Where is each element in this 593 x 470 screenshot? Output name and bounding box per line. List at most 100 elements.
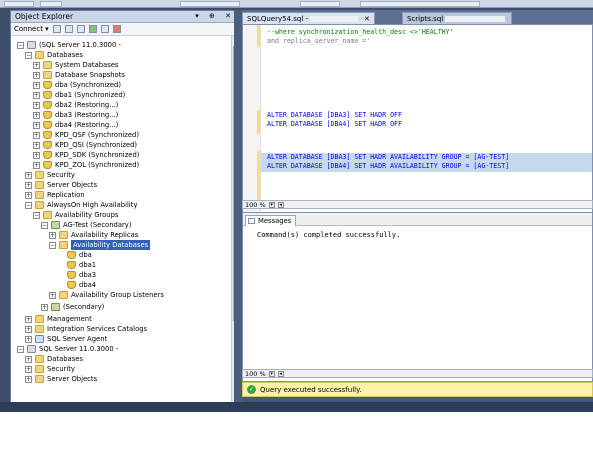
tree-node[interactable]: + Databases bbox=[25, 354, 83, 364]
tree-node[interactable]: + dba2 (Restoring...) bbox=[33, 100, 118, 110]
expand-icon[interactable]: + bbox=[33, 101, 40, 109]
toolbar-button[interactable] bbox=[360, 1, 480, 7]
expand-icon[interactable]: + bbox=[33, 71, 40, 79]
tree-node[interactable]: + Availability Replicas bbox=[49, 230, 138, 240]
editor-gutter bbox=[243, 25, 261, 213]
disconnect-icon[interactable] bbox=[64, 25, 73, 33]
tree-node[interactable]: + Management bbox=[25, 314, 92, 324]
query-editor[interactable]: --where synchronization_health_desc <>'H… bbox=[242, 24, 593, 214]
object-explorer-panel: Object Explorer ▾ ⊕ ✕ Connect ▾ − (SQL Se… bbox=[10, 10, 240, 410]
expand-icon[interactable]: + bbox=[33, 131, 40, 139]
tree-node-label: dba3 bbox=[79, 271, 97, 279]
change-marker bbox=[257, 25, 260, 47]
connect-button[interactable]: Connect ▾ bbox=[14, 25, 49, 33]
tree-node[interactable]: + Security bbox=[25, 170, 75, 180]
scroll-left-icon[interactable]: ◂ bbox=[277, 370, 284, 377]
panel-controls[interactable]: ▾ ⊕ ✕ bbox=[195, 12, 235, 20]
expand-icon[interactable]: + bbox=[33, 121, 40, 129]
tree-node[interactable]: − AG-Test (Secondary) bbox=[41, 220, 131, 230]
tree-node[interactable]: + dba4 (Restoring...) bbox=[33, 120, 118, 130]
filter-icon[interactable] bbox=[88, 25, 97, 33]
toolbar-button[interactable] bbox=[300, 1, 340, 7]
expand-icon[interactable]: + bbox=[49, 291, 56, 299]
expand-icon[interactable]: + bbox=[25, 365, 32, 373]
tree-node[interactable]: + SQL Server Agent bbox=[25, 334, 107, 344]
collapse-icon[interactable]: − bbox=[33, 211, 40, 219]
expand-icon[interactable]: + bbox=[25, 181, 32, 189]
expand-icon[interactable]: + bbox=[33, 111, 40, 119]
expand-icon[interactable]: + bbox=[33, 91, 40, 99]
expand-icon[interactable]: + bbox=[25, 315, 32, 323]
activity-monitor-icon[interactable] bbox=[112, 25, 121, 33]
tree-node[interactable]: dba1 bbox=[57, 260, 96, 270]
folder-icon bbox=[35, 201, 44, 209]
tree-node[interactable]: + KPD_ZOL (Synchronized) bbox=[33, 160, 139, 170]
tree-node[interactable]: + dba3 (Restoring...) bbox=[33, 110, 118, 120]
tree-node[interactable]: + Integration Services Catalogs bbox=[25, 324, 147, 334]
expand-icon[interactable]: + bbox=[25, 171, 32, 179]
panel-splitter[interactable] bbox=[234, 10, 242, 410]
collapse-icon[interactable]: − bbox=[41, 221, 48, 229]
expand-icon[interactable]: + bbox=[25, 325, 32, 333]
tree-node[interactable]: − Databases bbox=[25, 50, 83, 60]
messages-tab-label: Messages bbox=[258, 216, 292, 225]
scroll-left-icon[interactable]: ◂ bbox=[277, 201, 284, 208]
toolbar-button[interactable] bbox=[40, 1, 62, 7]
tree-node[interactable]: dba4 bbox=[57, 280, 96, 290]
code-line: --where synchronization_health_desc <>'H… bbox=[267, 28, 454, 36]
expand-icon[interactable]: + bbox=[33, 81, 40, 89]
refresh-icon[interactable] bbox=[100, 25, 109, 33]
expand-icon[interactable]: + bbox=[41, 303, 48, 311]
tree-node[interactable]: dba3 bbox=[57, 270, 96, 280]
tree-node[interactable]: − SQL Server 11.0.3000 - bbox=[17, 344, 118, 354]
zoom-dropdown-icon[interactable]: ▾ bbox=[268, 201, 275, 208]
tree-node[interactable]: + System Databases bbox=[33, 60, 118, 70]
toolbar-button[interactable] bbox=[4, 1, 34, 7]
code-line: and replica_server_name =' bbox=[267, 37, 371, 45]
collapse-icon[interactable]: − bbox=[17, 345, 24, 353]
collapse-icon[interactable]: − bbox=[49, 241, 56, 249]
stop-icon[interactable] bbox=[76, 25, 85, 33]
tree-node[interactable]: dba bbox=[57, 250, 92, 260]
folder-icon bbox=[35, 171, 44, 179]
tree-node[interactable]: − AlwaysOn High Availability bbox=[25, 200, 137, 210]
connect-icon[interactable] bbox=[52, 25, 61, 33]
collapse-icon[interactable]: − bbox=[25, 51, 32, 59]
folder-icon bbox=[35, 325, 44, 333]
expand-icon[interactable]: + bbox=[33, 61, 40, 69]
tree-node[interactable]: − Availability Groups bbox=[33, 210, 118, 220]
tree-node[interactable]: + (Secondary) bbox=[41, 302, 104, 312]
tree-node[interactable]: + KPD_QSI (Synchronized) bbox=[33, 140, 137, 150]
tree-node[interactable]: + KPD_QSF (Synchronized) bbox=[33, 130, 139, 140]
expand-icon[interactable]: + bbox=[33, 141, 40, 149]
zoom-dropdown-icon[interactable]: ▾ bbox=[268, 370, 275, 377]
expand-icon[interactable]: + bbox=[25, 375, 32, 383]
tab-scripts[interactable]: Scripts.sql bbox=[402, 12, 513, 24]
tree-node[interactable]: + Replication bbox=[25, 190, 85, 200]
tree-node[interactable]: + Server Objects bbox=[25, 180, 97, 190]
expand-icon[interactable]: + bbox=[25, 335, 32, 343]
tree-node[interactable]: + Security bbox=[25, 364, 75, 374]
toolbar-dropdown[interactable] bbox=[180, 1, 240, 7]
expand-icon[interactable]: + bbox=[49, 231, 56, 239]
tree-node[interactable]: + KPD_SDK (Synchronized) bbox=[33, 150, 139, 160]
expand-icon[interactable]: + bbox=[25, 191, 32, 199]
tree-node[interactable]: + dba1 (Synchronized) bbox=[33, 90, 125, 100]
close-icon[interactable]: ✕ bbox=[364, 15, 370, 23]
database-icon bbox=[43, 111, 52, 119]
tree-node[interactable]: + Availability Group Listeners bbox=[49, 290, 164, 300]
expand-icon[interactable]: + bbox=[33, 161, 40, 169]
tab-sqlquery54[interactable]: SQLQuery54.sql - ✕ bbox=[242, 12, 375, 24]
expand-icon[interactable]: + bbox=[33, 151, 40, 159]
tree-node-label: (Secondary) bbox=[63, 303, 105, 311]
tree-node[interactable]: − Availability Databases bbox=[49, 240, 151, 250]
tree-node[interactable]: − (SQL Server 11.0.3000 - bbox=[17, 40, 121, 50]
tab-messages[interactable]: Messages bbox=[245, 215, 297, 226]
tree-node[interactable]: + Server Objects bbox=[25, 374, 97, 384]
expand-icon[interactable]: + bbox=[25, 355, 32, 363]
object-explorer-titlebar: Object Explorer ▾ ⊕ ✕ bbox=[11, 11, 239, 23]
collapse-icon[interactable]: − bbox=[17, 41, 24, 49]
collapse-icon[interactable]: − bbox=[25, 201, 32, 209]
tree-node[interactable]: + Database Snapshots bbox=[33, 70, 125, 80]
tree-node[interactable]: + dba (Synchronized) bbox=[33, 80, 121, 90]
